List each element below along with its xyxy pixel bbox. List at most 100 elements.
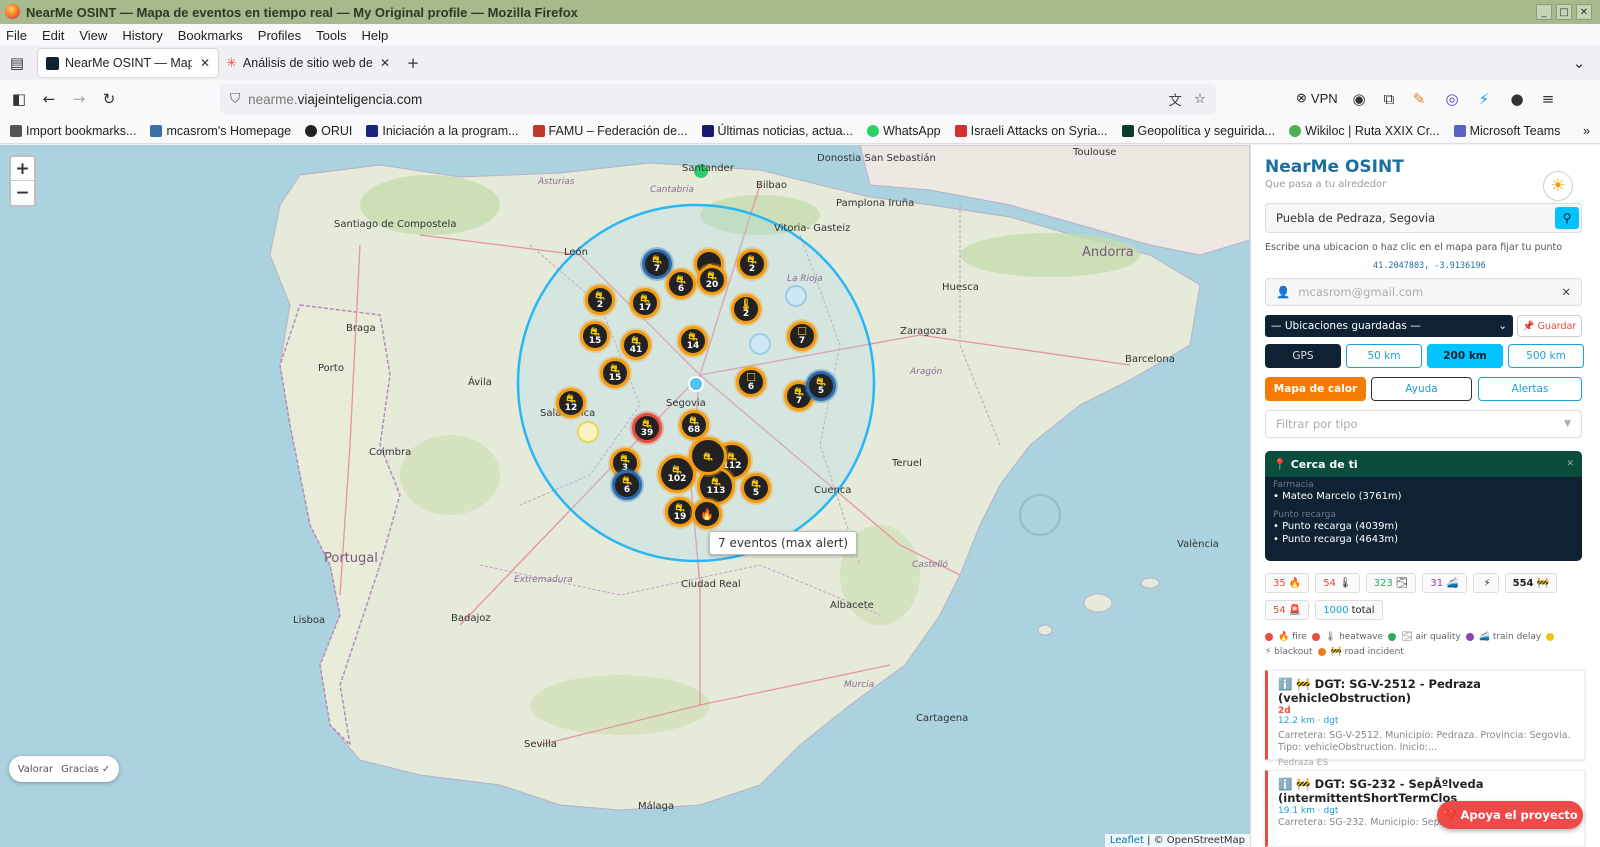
event-cluster[interactable]: ⛐ 68 bbox=[679, 410, 709, 440]
close-window-button[interactable]: ✕ bbox=[1576, 4, 1592, 20]
help-button[interactable]: Ayuda bbox=[1371, 377, 1472, 401]
count-chip-train[interactable]: 31 🚄 bbox=[1422, 573, 1467, 593]
nearby-item[interactable]: • Punto recarga (4643m) bbox=[1265, 533, 1582, 546]
zoom-in-button[interactable]: + bbox=[11, 157, 34, 181]
menu-view[interactable]: View bbox=[79, 28, 107, 43]
map-view[interactable]: Santander Bilbao Donostia San Sebastián … bbox=[0, 145, 1250, 847]
rating-widget[interactable]: Valorar Gracias ✓ bbox=[9, 756, 119, 782]
event-cluster[interactable]: ⛐ 15 bbox=[580, 321, 610, 351]
alerts-button[interactable]: Alertas bbox=[1478, 377, 1582, 401]
event-cluster[interactable]: ⛐ 5 bbox=[741, 473, 771, 503]
thanks-label[interactable]: Gracias ✓ bbox=[61, 764, 110, 775]
menu-history[interactable]: History bbox=[122, 28, 162, 43]
event-cluster[interactable]: ⛐ 12 bbox=[556, 388, 586, 418]
count-chip-fire[interactable]: 35 🔥 bbox=[1265, 573, 1310, 593]
event-cluster[interactable]: ⛐ 6 bbox=[666, 269, 696, 299]
forward-icon[interactable]: → bbox=[64, 84, 94, 114]
menu-help[interactable]: Help bbox=[362, 28, 389, 43]
menu-edit[interactable]: Edit bbox=[42, 28, 64, 43]
clear-icon[interactable]: ✕ bbox=[1561, 285, 1571, 299]
location-input[interactable]: Puebla de Pedraza, Segovia ⚲ bbox=[1265, 203, 1582, 233]
hamburger-menu-icon[interactable]: ≡ bbox=[1533, 84, 1563, 114]
radius-gps-button[interactable]: GPS bbox=[1265, 344, 1341, 368]
close-tab-icon[interactable]: ✕ bbox=[200, 56, 210, 70]
maximize-button[interactable]: □ bbox=[1556, 4, 1572, 20]
event-cluster[interactable]: ⛐ 6 bbox=[612, 470, 642, 500]
type-filter-select[interactable]: Filtrar por tipo ▼ bbox=[1265, 410, 1582, 438]
close-nearby-icon[interactable]: ✕ bbox=[1566, 459, 1574, 469]
profile-avatar-icon[interactable]: ● bbox=[1502, 84, 1532, 114]
menu-file[interactable]: File bbox=[6, 28, 27, 43]
leaflet-link[interactable]: Leaflet bbox=[1110, 835, 1144, 846]
count-chip-total[interactable]: 1000 total bbox=[1315, 600, 1383, 620]
event-cluster[interactable]: ⛐ 7 bbox=[642, 249, 672, 279]
tab-analisis[interactable]: ✳ Análisis de sitio web de vi ✕ bbox=[218, 49, 398, 77]
zoom-out-button[interactable]: − bbox=[11, 181, 34, 205]
theme-toggle-sun-icon[interactable]: ☀ bbox=[1543, 171, 1573, 201]
event-cluster[interactable]: ⛐ 2 bbox=[737, 249, 767, 279]
extensions-icon[interactable]: ⧉ bbox=[1374, 84, 1404, 114]
event-cluster[interactable]: ☐ 7 bbox=[787, 321, 817, 351]
minimize-button[interactable]: _ bbox=[1536, 4, 1552, 20]
event-cluster[interactable]: ⛐ 20 bbox=[697, 265, 727, 295]
saved-locations-select[interactable]: — Ubicaciones guardadas — ⌄ bbox=[1265, 315, 1513, 337]
bookmark-item[interactable]: Wikiloc | Ruta XXIX Cr... bbox=[1289, 124, 1440, 138]
account-icon[interactable]: ◉ bbox=[1344, 84, 1374, 114]
email-field[interactable]: 👤 mcasrom@gmail.com ✕ bbox=[1265, 278, 1582, 306]
bookmark-item[interactable]: FAMU – Federación de... bbox=[532, 124, 688, 138]
back-icon[interactable]: ← bbox=[34, 84, 64, 114]
event-cluster[interactable]: 🌡 2 bbox=[731, 294, 761, 324]
nearby-item[interactable]: • Mateo Marcelo (3761m) bbox=[1265, 490, 1582, 503]
tab-list-chevron-icon[interactable]: ⌄ bbox=[1564, 48, 1594, 78]
close-tab-icon[interactable]: ✕ bbox=[380, 56, 390, 70]
bookmark-item[interactable]: WhatsApp bbox=[866, 124, 941, 138]
bolt-extension-icon[interactable]: ⚡ bbox=[1469, 84, 1499, 114]
event-cluster[interactable]: 🔥 bbox=[692, 499, 722, 529]
vpn-button[interactable]: ⊗ VPN bbox=[1296, 90, 1338, 106]
url-bar[interactable]: ⛉ nearme. viajeinteligencia.com 文 ☆ bbox=[220, 84, 1216, 114]
bookmarks-overflow-icon[interactable]: » bbox=[1583, 124, 1590, 138]
new-tab-icon[interactable]: + bbox=[398, 48, 428, 78]
event-cluster[interactable]: ⛐ bbox=[689, 437, 727, 475]
event-cluster[interactable]: ⛐ 17 bbox=[630, 288, 660, 318]
extension-badge-icon[interactable]: ✎ bbox=[1404, 84, 1434, 114]
bookmark-item[interactable]: Iniciación a la program... bbox=[366, 124, 519, 138]
event-cluster[interactable]: ⛐ 14 bbox=[678, 326, 708, 356]
event-card[interactable]: ℹ️ 🚧 DGT: SG-V-2512 - Pedraza (vehicleOb… bbox=[1265, 670, 1585, 768]
menu-bookmarks[interactable]: Bookmarks bbox=[178, 28, 243, 43]
tab-overview-icon[interactable]: ▤ bbox=[2, 48, 32, 78]
count-chip-road[interactable]: 554 🚧 bbox=[1504, 573, 1557, 593]
osm-attribution[interactable]: | © OpenStreetMap bbox=[1147, 835, 1245, 846]
count-chip-air[interactable]: 323 🌫 bbox=[1365, 573, 1417, 593]
heatmap-button[interactable]: Mapa de calor bbox=[1265, 377, 1366, 401]
search-icon[interactable]: ⚲ bbox=[1555, 207, 1579, 229]
event-cluster[interactable]: ⛐ 5 bbox=[806, 371, 836, 401]
radius-500km-button[interactable]: 500 km bbox=[1508, 344, 1584, 368]
bookmark-item[interactable]: Geopolítica y seguirida... bbox=[1121, 124, 1275, 138]
radius-50km-button[interactable]: 50 km bbox=[1346, 344, 1422, 368]
support-project-button[interactable]: ❤️ Apoya el proyecto bbox=[1437, 801, 1583, 829]
event-cluster[interactable]: ⛐ 2 bbox=[585, 285, 615, 315]
menu-profiles[interactable]: Profiles bbox=[258, 28, 301, 43]
count-chip-heatwave[interactable]: 54 🌡 bbox=[1315, 573, 1360, 593]
bookmark-item[interactable]: ORUI bbox=[305, 124, 352, 138]
event-cluster[interactable]: ☐ 6 bbox=[736, 367, 766, 397]
sidebar-toggle-icon[interactable]: ◧ bbox=[4, 84, 34, 114]
bookmark-item[interactable]: Israeli Attacks on Syria... bbox=[954, 124, 1108, 138]
event-cluster[interactable]: ⛐ 15 bbox=[600, 358, 630, 388]
bookmark-item[interactable]: mcasrom's Homepage bbox=[150, 124, 291, 138]
event-cluster[interactable]: ⛐ 19 bbox=[665, 497, 695, 527]
menu-tools[interactable]: Tools bbox=[316, 28, 346, 43]
count-chip-alert[interactable]: 54 🚨 bbox=[1265, 600, 1310, 620]
bookmark-item[interactable]: Microsoft Teams bbox=[1453, 124, 1560, 138]
nearby-item[interactable]: • Punto recarga (4039m) bbox=[1265, 520, 1582, 533]
event-cluster[interactable]: ⛐ 39 bbox=[632, 413, 662, 443]
bookmark-star-icon[interactable]: ☆ bbox=[1194, 91, 1206, 107]
event-cluster[interactable]: ⛐ 41 bbox=[621, 330, 651, 360]
rate-label[interactable]: Valorar bbox=[18, 764, 53, 775]
bookmark-item[interactable]: Últimas noticias, actua... bbox=[701, 124, 853, 138]
extension-circle-icon[interactable]: ◎ bbox=[1437, 84, 1467, 114]
count-chip-blackout[interactable]: ⚡ bbox=[1472, 573, 1499, 593]
bookmark-item[interactable]: Import bookmarks... bbox=[10, 124, 136, 138]
radius-200km-button[interactable]: 200 km bbox=[1427, 344, 1503, 368]
